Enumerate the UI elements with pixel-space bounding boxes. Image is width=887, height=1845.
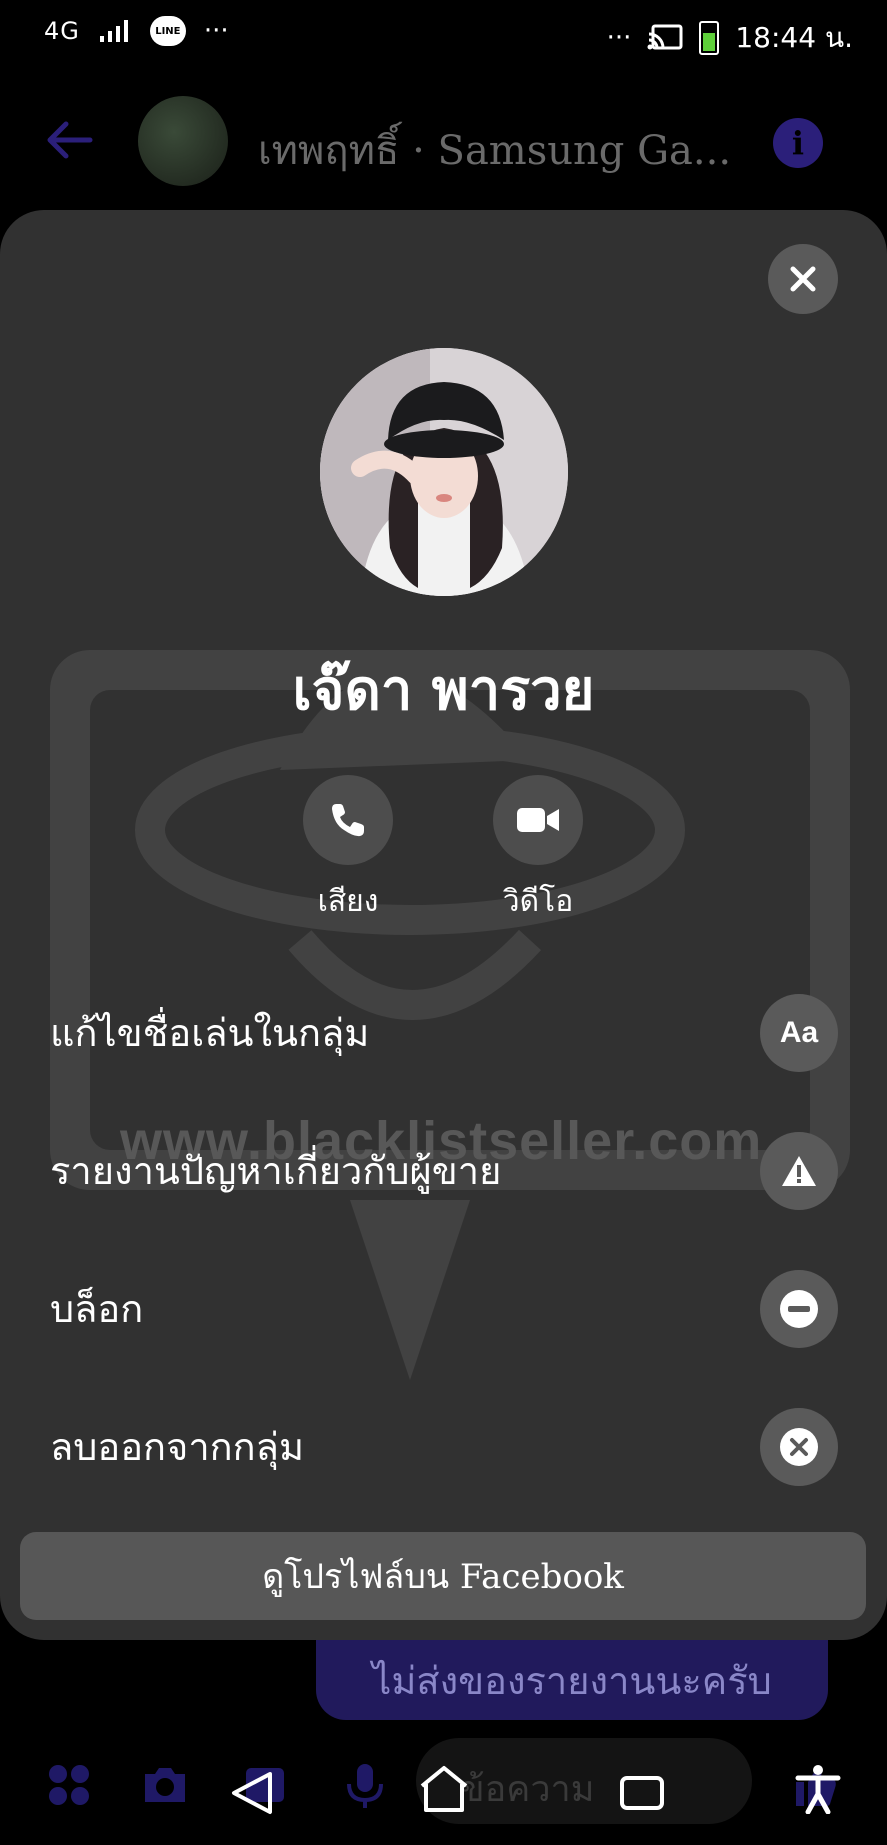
screen: 4G LINE ··· ··· 18:44 น. เทพฤทธิ์ · Sams… [0,0,887,1845]
view-facebook-profile-button[interactable]: ดูโปรไฟล์บน Facebook [20,1532,866,1620]
remove-from-group-label: ลบออกจากกลุ่ม [50,1425,305,1469]
line-app-icon: LINE [149,16,186,46]
block-label: บล็อก [50,1287,144,1331]
profile-name: เจ๊ดา พารวย [292,657,595,723]
cast-icon [647,24,683,50]
remove-icon [780,1428,818,1466]
block-icon [780,1290,818,1328]
status-bar-right: ··· 18:44 น. [607,16,853,60]
close-button[interactable] [768,244,838,314]
more-status-icon: ··· [606,23,632,53]
nav-home-icon[interactable] [416,1764,472,1814]
member-options-sheet: www.blacklistseller.com เจ๊ดา พารวย เสีย… [0,210,887,1640]
nav-recents-icon[interactable] [614,1768,670,1818]
profile-photo [320,348,568,596]
video-call-label: วิดีโอ [502,884,574,919]
report-seller-label: รายงานปัญหาเกี่ยวกับผู้ขาย [50,1149,502,1193]
message-placeholder: ข้อความ [460,1769,595,1810]
group-avatar[interactable] [138,96,228,186]
remove-from-group-row[interactable]: ลบออกจากกลุ่ม [0,1386,887,1506]
video-camera-icon [517,808,559,832]
more-notifications-icon: ··· [203,16,229,46]
apps-grid-icon[interactable] [44,1760,94,1810]
signal-icon [99,20,128,42]
nav-back-icon[interactable] [226,1768,282,1818]
chat-message-bubble[interactable]: ไม่ส่งของรายงานนะครับ [316,1640,828,1720]
phone-icon [332,804,364,837]
chat-title[interactable]: เทพฤทธิ์ · Samsung Ga... [258,118,731,182]
warning-icon-circle [760,1132,838,1210]
report-seller-row[interactable]: รายงานปัญหาเกี่ยวกับผู้ขาย [0,1110,887,1230]
remove-icon-circle [760,1408,838,1486]
audio-call-label: เสียง [317,884,379,919]
text-style-icon: Aa [760,994,838,1072]
camera-icon[interactable] [140,1760,190,1810]
video-call-button[interactable] [493,775,583,865]
warning-icon [782,1156,816,1186]
network-type: 4G [44,17,80,45]
profile-avatar[interactable] [320,348,568,596]
info-icon[interactable]: i [773,118,823,168]
back-arrow-icon[interactable] [44,120,94,160]
chat-header: เทพฤทธิ์ · Samsung Ga... [0,82,887,202]
microphone-icon[interactable] [340,1760,390,1810]
close-icon [790,266,816,292]
clock: 18:44 น. [735,21,853,54]
accessibility-icon[interactable] [790,1764,846,1814]
status-bar: 4G LINE ··· ··· 18:44 น. [0,0,887,72]
battery-icon [699,21,720,55]
block-icon-circle [760,1270,838,1348]
status-bar-left: 4G LINE ··· [44,16,229,46]
edit-nickname-label: แก้ไขชื่อเล่นในกลุ่ม [50,1011,370,1055]
audio-call-button[interactable] [303,775,393,865]
edit-nickname-row[interactable]: แก้ไขชื่อเล่นในกลุ่ม Aa [0,972,887,1092]
block-row[interactable]: บล็อก [0,1248,887,1368]
